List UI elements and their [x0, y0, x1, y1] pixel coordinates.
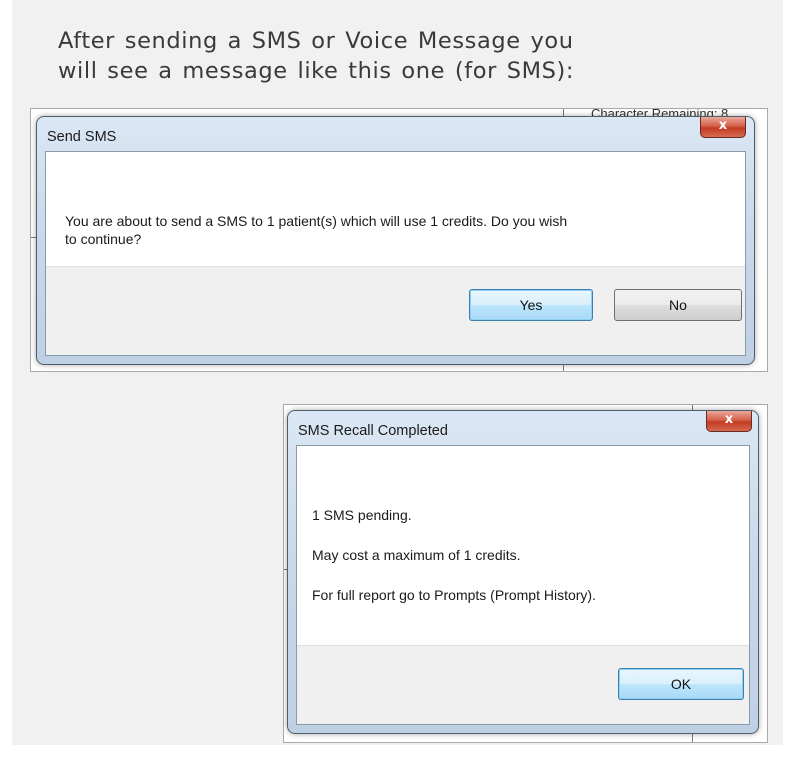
send-sms-screenshot: Character Remaining: 8 Send SMS x You ar…: [30, 108, 768, 372]
close-icon[interactable]: x: [700, 117, 746, 138]
dialog-title: Send SMS: [47, 129, 117, 145]
no-button[interactable]: No: [614, 289, 742, 321]
dialog-title: SMS Recall Completed: [298, 423, 448, 439]
close-icon[interactable]: x: [706, 411, 752, 432]
dialog-client-area: 1 SMS pending. May cost a maximum of 1 c…: [296, 445, 750, 725]
yes-button[interactable]: Yes: [469, 289, 593, 321]
dialog-button-bar: Yes No: [46, 266, 745, 355]
message-line-1: You are about to send a SMS to 1 patient…: [65, 213, 568, 229]
recall-completed-dialog: SMS Recall Completed x 1 SMS pending. Ma…: [287, 410, 759, 734]
dialog-titlebar: Send SMS x: [37, 117, 754, 151]
status-line-3: For full report go to Prompts (Prompt Hi…: [312, 587, 596, 603]
recall-completed-screenshot: SMS Recall Completed x 1 SMS pending. Ma…: [283, 404, 768, 743]
dialog-client-area: You are about to send a SMS to 1 patient…: [45, 151, 746, 356]
status-line-2: May cost a maximum of 1 credits.: [312, 547, 521, 563]
dialog-button-bar: OK: [297, 645, 749, 724]
ok-button[interactable]: OK: [618, 668, 744, 700]
dialog-message: You are about to send a SMS to 1 patient…: [65, 212, 567, 248]
dialog-titlebar: SMS Recall Completed x: [288, 411, 758, 445]
intro-text: After sending a SMS or Voice Message you…: [58, 26, 718, 86]
intro-line-1: After sending a SMS or Voice Message you: [58, 28, 574, 54]
status-line-1: 1 SMS pending.: [312, 507, 412, 523]
intro-line-2: will see a message like this one (for SM…: [58, 58, 575, 84]
message-line-2: to continue?: [65, 231, 142, 247]
send-sms-dialog: Send SMS x You are about to send a SMS t…: [36, 116, 755, 365]
